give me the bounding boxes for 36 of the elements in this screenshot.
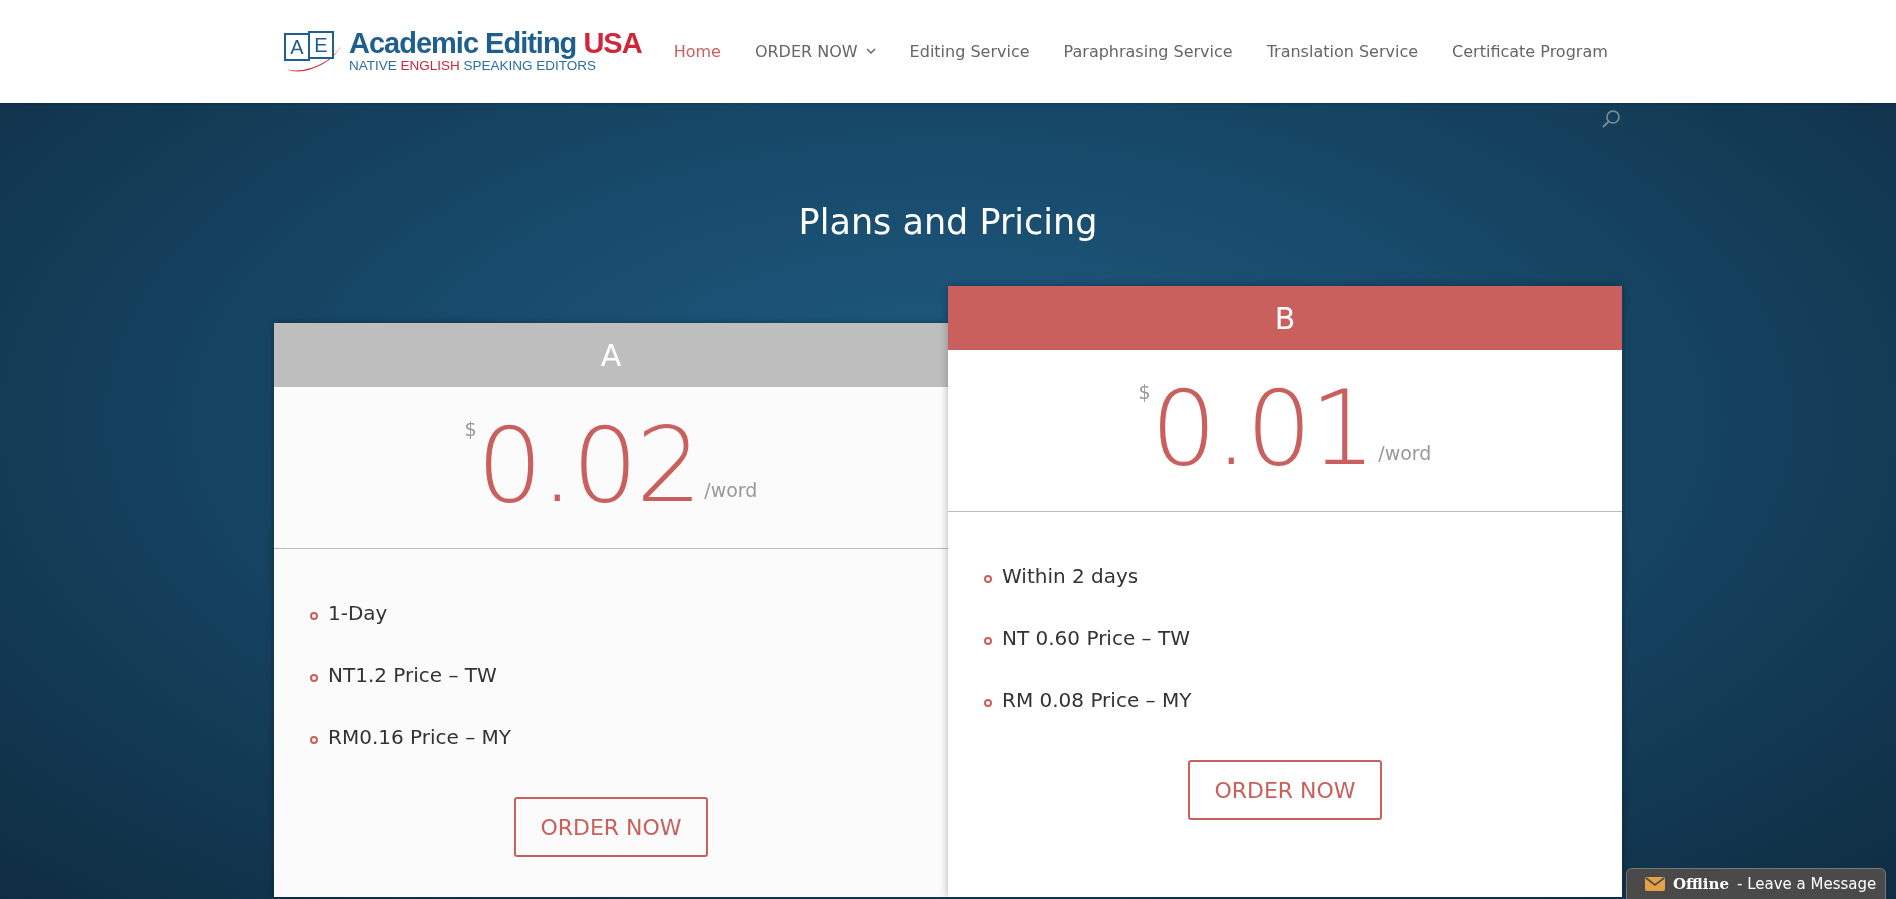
feature-text: RM 0.08 Price – MY (1002, 687, 1192, 714)
bullet-icon (984, 699, 992, 707)
chat-message: - Leave a Message (1736, 873, 1877, 895)
currency-symbol: $ (1138, 380, 1151, 405)
plan-name: A (274, 323, 948, 387)
chat-status: Offline (1673, 873, 1729, 895)
section-title: Plans and Pricing (798, 201, 1098, 243)
nav-link[interactable]: Translation Service (1266, 39, 1419, 64)
price: 0.01 (1150, 376, 1375, 480)
plan-name: B (948, 286, 1622, 350)
order-button[interactable]: ORDER NOW (514, 797, 708, 857)
nav-link[interactable]: Certificate Program (1452, 39, 1608, 64)
nav-link[interactable]: ORDER NOW (754, 39, 858, 64)
bullet-icon (310, 674, 318, 682)
nav-link[interactable]: Paraphrasing Service (1063, 39, 1233, 64)
nav-link[interactable]: Home (673, 39, 721, 64)
bullet-icon (310, 612, 318, 620)
feature-text: 1-Day (328, 600, 388, 627)
nav-link[interactable]: Editing Service (909, 39, 1030, 64)
feature-text: Within 2 days (1002, 563, 1139, 590)
bullet-icon (310, 736, 318, 744)
price-unit: /word (704, 477, 758, 503)
bullet-icon (984, 637, 992, 645)
logo-text: Academic Editing USA (349, 28, 642, 58)
feature-text: RM0.16 Price – MY (328, 724, 512, 751)
bullet-icon (984, 575, 992, 583)
currency-symbol: $ (464, 417, 477, 442)
feature-text: NT1.2 Price – TW (328, 662, 497, 689)
mail-icon (1645, 877, 1665, 891)
order-button[interactable]: ORDER NOW (1188, 760, 1382, 820)
chat-widget[interactable]: Offline - Leave a Message (1626, 868, 1886, 899)
feature-text: NT 0.60 Price – TW (1002, 625, 1190, 652)
search-icon[interactable] (1601, 109, 1621, 129)
price: 0.02 (476, 413, 701, 517)
price-unit: /word (1378, 440, 1432, 466)
chevron-down-icon[interactable] (865, 48, 876, 55)
